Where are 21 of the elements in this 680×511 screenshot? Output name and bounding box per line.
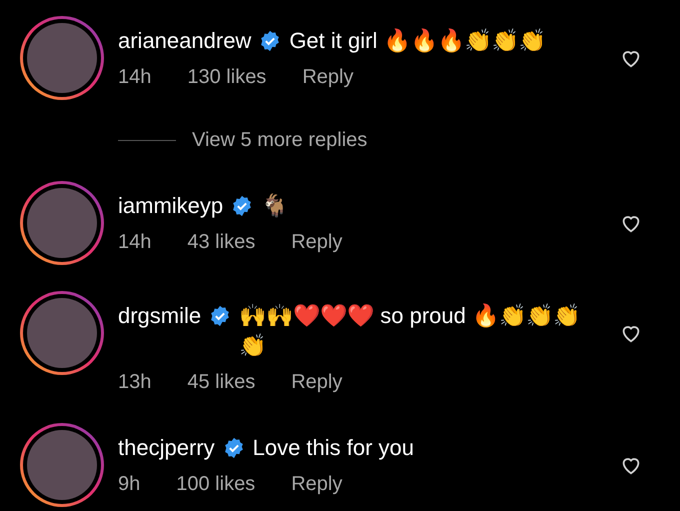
likes-count[interactable]: 43 likes [187, 227, 256, 257]
reply-button[interactable]: Reply [291, 227, 342, 257]
comment-text: Get it girl 🔥🔥🔥👏👏👏 [289, 27, 546, 55]
comment-time: 14h [118, 65, 152, 90]
comment-time: 14h [118, 230, 152, 255]
likes-count[interactable]: 45 likes [187, 367, 256, 397]
username[interactable]: arianeandrew [118, 26, 252, 56]
comment-time: 9h [118, 472, 140, 497]
comment-text: 🐐 [261, 192, 288, 220]
likes-count[interactable]: 100 likes [176, 469, 256, 499]
reply-button[interactable]: Reply [291, 469, 342, 499]
username[interactable]: thecjperry [118, 433, 215, 463]
comment-text: 🙌🙌❤❤❤ so proud 🔥👏👏👏👏 [239, 302, 581, 360]
username[interactable]: drgsmile [118, 301, 202, 331]
reply-button[interactable]: Reply [302, 62, 354, 92]
comment-time: 13h [118, 370, 152, 395]
comment-text: Love this for you [252, 434, 414, 462]
view-replies-link[interactable]: View 5 more replies [192, 125, 368, 155]
reply-button[interactable]: Reply [291, 367, 342, 397]
username[interactable]: iammikeyp [118, 191, 224, 221]
likes-count[interactable]: 130 likes [187, 62, 266, 92]
